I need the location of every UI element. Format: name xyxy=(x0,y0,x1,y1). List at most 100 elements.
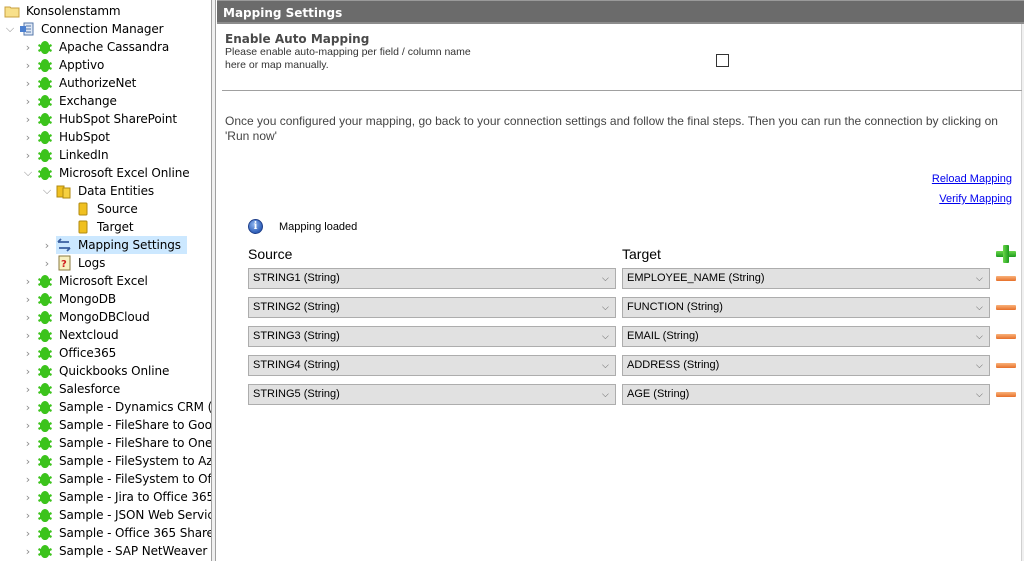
tree-item-label: Office365 xyxy=(59,346,117,360)
tree-item-connector[interactable]: › Sample - JSON Web Service xyxy=(22,506,212,524)
tree-item-logs[interactable]: ›? Logs xyxy=(41,254,111,272)
tree-item-connector[interactable]: › Sample - Office 365 SharePc xyxy=(22,524,211,542)
chevron-right-icon[interactable]: › xyxy=(22,326,34,344)
tree-item-label: Sample - FileShare to OneDr xyxy=(59,436,212,450)
chevron-right-icon[interactable]: › xyxy=(22,506,34,524)
chevron-right-icon[interactable]: › xyxy=(22,92,34,110)
tree-item-label: MongoDBCloud xyxy=(59,310,150,324)
target-field-dropdown[interactable]: EMAIL (String) ⌵ xyxy=(622,326,990,347)
chevron-right-icon[interactable]: › xyxy=(22,146,34,164)
tree-item-connector[interactable]: › Sample - FileSystem to Offic xyxy=(22,470,211,488)
tree-item-connector[interactable]: › Nextcloud xyxy=(22,326,125,344)
target-field-dropdown[interactable]: AGE (String) ⌵ xyxy=(622,384,990,405)
tree-item-connector[interactable]: › Salesforce xyxy=(22,380,126,398)
target-field-dropdown[interactable]: EMPLOYEE_NAME (String) ⌵ xyxy=(622,268,990,289)
source-field-dropdown[interactable]: STRING5 (String) ⌵ xyxy=(248,384,616,405)
tree-item-connector[interactable]: › Sample - Jira to Office 365 S xyxy=(22,488,212,506)
tree-item-connector[interactable]: › HubSpot xyxy=(22,128,116,146)
connector-plugin-icon xyxy=(37,345,53,361)
remove-mapping-button[interactable] xyxy=(996,334,1016,339)
tree-item-connector[interactable]: › MongoDBCloud xyxy=(22,308,156,326)
source-field-dropdown[interactable]: STRING1 (String) ⌵ xyxy=(248,268,616,289)
reload-mapping-link[interactable]: Reload Mapping xyxy=(932,173,1012,185)
chevron-right-icon[interactable]: › xyxy=(22,128,34,146)
target-field-dropdown[interactable]: ADDRESS (String) ⌵ xyxy=(622,355,990,376)
chevron-down-icon: ⌵ xyxy=(976,331,983,341)
chevron-right-icon[interactable]: › xyxy=(22,542,34,560)
chevron-down-icon[interactable]: ⌵ xyxy=(4,20,16,38)
tree-item-source[interactable]: Source xyxy=(60,200,144,218)
app-window: Konsolenstamm ⌵ Connection Manager › Apac… xyxy=(0,0,1024,561)
chevron-right-icon[interactable]: › xyxy=(22,272,34,290)
tree-item-target[interactable]: Target xyxy=(60,218,140,236)
chevron-right-icon[interactable]: › xyxy=(22,434,34,452)
tree-item-connector[interactable]: ⌵ Microsoft Excel Online xyxy=(22,164,196,182)
chevron-right-icon[interactable]: › xyxy=(22,416,34,434)
tree-item-mapping-settings[interactable]: › Mapping Settings xyxy=(41,236,187,254)
tree-item-connector[interactable]: › LinkedIn xyxy=(22,146,115,164)
chevron-right-icon[interactable]: › xyxy=(22,488,34,506)
tree-item-label: AuthorizeNet xyxy=(59,76,137,90)
chevron-right-icon[interactable]: › xyxy=(22,380,34,398)
tree-item-connector[interactable]: › Quickbooks Online xyxy=(22,362,175,380)
tree-item-connector[interactable]: › Sample - FileShare to OneDr xyxy=(22,434,212,452)
chevron-right-icon[interactable]: › xyxy=(22,56,34,74)
chevron-right-icon[interactable]: › xyxy=(41,254,53,272)
source-field-dropdown[interactable]: STRING3 (String) ⌵ xyxy=(248,326,616,347)
chevron-right-icon[interactable]: › xyxy=(22,524,34,542)
chevron-right-icon[interactable]: › xyxy=(22,38,34,56)
tree-item-label: Sample - JSON Web Service xyxy=(59,508,212,522)
connector-plugin-icon xyxy=(37,417,53,433)
chevron-down-icon: ⌵ xyxy=(976,389,983,399)
chevron-right-icon[interactable]: › xyxy=(22,308,34,326)
chevron-right-icon[interactable]: › xyxy=(22,74,34,92)
remove-mapping-button[interactable] xyxy=(996,363,1016,368)
tree-item-data-entities[interactable]: ⌵ Data Entities xyxy=(41,182,160,200)
chevron-right-icon[interactable]: › xyxy=(22,290,34,308)
remove-mapping-button[interactable] xyxy=(996,305,1016,310)
chevron-right-icon[interactable]: › xyxy=(22,110,34,128)
chevron-right-icon[interactable]: › xyxy=(22,470,34,488)
chevron-right-icon[interactable]: › xyxy=(41,236,53,254)
chevron-down-icon[interactable]: ⌵ xyxy=(22,164,34,182)
tree-item-connector[interactable]: › Apache Cassandra xyxy=(22,38,175,56)
tree-item-connector[interactable]: › Exchange xyxy=(22,92,123,110)
source-field-dropdown[interactable]: STRING2 (String) ⌵ xyxy=(248,297,616,318)
tree-item-connector[interactable]: › Sample - FileSystem to Azur xyxy=(22,452,211,470)
tree-item-connection-manager[interactable]: ⌵ Connection Manager xyxy=(4,20,166,38)
chevron-right-icon[interactable]: › xyxy=(22,362,34,380)
mapping-row: STRING2 (String) ⌵ FUNCTION (String) ⌵ xyxy=(217,297,1024,319)
tree-item-connector[interactable]: › Apptivo xyxy=(22,56,110,74)
navigation-tree[interactable]: Konsolenstamm ⌵ Connection Manager › Apac… xyxy=(0,0,212,561)
tree-item-connector[interactable]: › Microsoft Excel xyxy=(22,272,154,290)
tree-item-root[interactable]: Konsolenstamm xyxy=(4,2,123,20)
chevron-down-icon: ⌵ xyxy=(976,360,983,370)
panel-splitter[interactable] xyxy=(212,0,216,561)
tree-item-connector[interactable]: › MongoDB xyxy=(22,290,122,308)
mapping-settings-panel: Mapping Settings Enable Auto Mapping Ple… xyxy=(217,0,1024,561)
tree-item-label: MongoDB xyxy=(59,292,117,306)
remove-mapping-button[interactable] xyxy=(996,276,1016,281)
tree-item-connector[interactable]: › Office365 xyxy=(22,344,122,362)
connector-plugin-icon xyxy=(37,57,53,73)
tree-item-connector[interactable]: › AuthorizeNet xyxy=(22,74,142,92)
target-field-dropdown[interactable]: FUNCTION (String) ⌵ xyxy=(622,297,990,318)
tree-item-label: Connection Manager xyxy=(41,22,164,36)
chevron-right-icon[interactable]: › xyxy=(22,344,34,362)
tree-item-connector[interactable]: › Sample - FileShare to Googl xyxy=(22,416,211,434)
tree-item-connector[interactable]: › Sample - Dynamics CRM (O xyxy=(22,398,211,416)
source-column-header: Source xyxy=(248,246,293,262)
chevron-down-icon[interactable]: ⌵ xyxy=(41,182,53,200)
remove-mapping-button[interactable] xyxy=(996,392,1016,397)
verify-mapping-link[interactable]: Verify Mapping xyxy=(939,193,1012,205)
source-field-dropdown[interactable]: STRING4 (String) ⌵ xyxy=(248,355,616,376)
auto-mapping-checkbox[interactable] xyxy=(716,54,729,67)
tree-item-connector[interactable]: › HubSpot SharePoint xyxy=(22,110,183,128)
chevron-right-icon[interactable]: › xyxy=(22,398,34,416)
tree-item-connector[interactable]: › Sample - SAP NetWeaver to xyxy=(22,542,211,560)
add-mapping-button[interactable] xyxy=(996,245,1016,263)
chevron-right-icon[interactable]: › xyxy=(22,452,34,470)
connector-plugin-icon xyxy=(37,273,53,289)
connector-plugin-icon xyxy=(37,129,53,145)
tree-item-label: Sample - Jira to Office 365 S xyxy=(59,490,212,504)
